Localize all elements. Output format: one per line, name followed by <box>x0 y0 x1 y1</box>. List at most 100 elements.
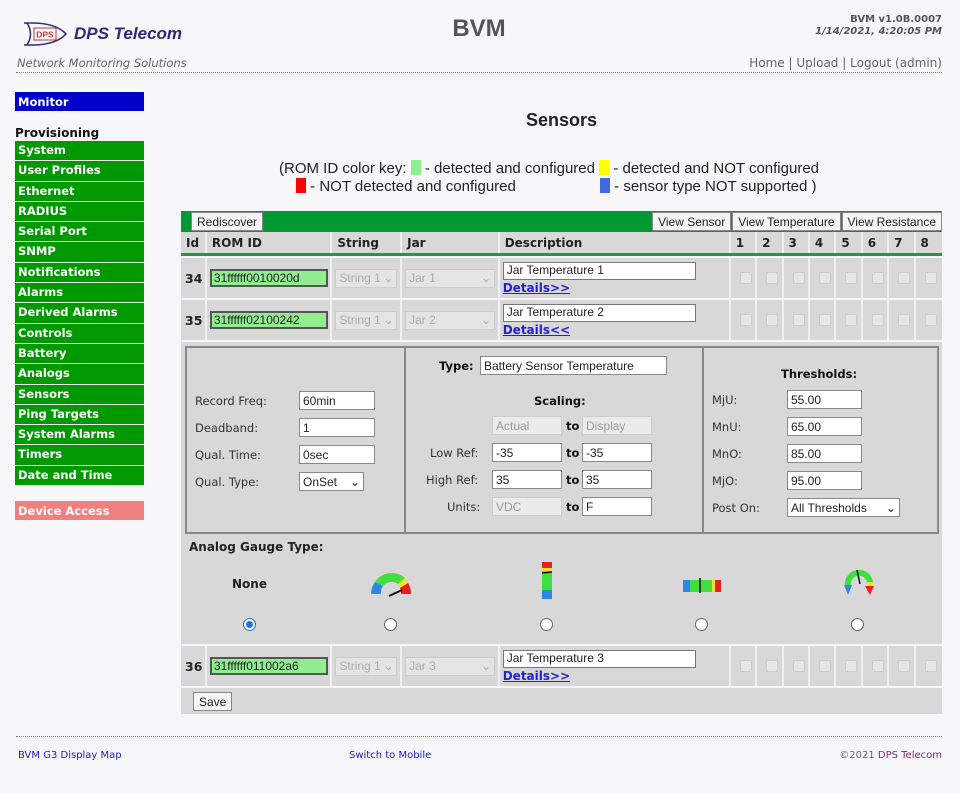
sidebar-item-controls[interactable]: Controls <box>15 323 144 344</box>
sidebar-item-system-alarms[interactable]: System Alarms <box>15 425 144 446</box>
channel-checkbox[interactable] <box>766 272 779 284</box>
switch-to-mobile-link[interactable]: Switch to Mobile <box>349 750 431 761</box>
channel-checkbox[interactable] <box>924 314 937 326</box>
sidebar-item-monitor[interactable]: Monitor <box>15 92 144 111</box>
mno-input[interactable]: 85.00 <box>787 444 862 463</box>
view-sensor-button[interactable]: View Sensor <box>652 212 732 231</box>
sidebar-item-serial-port[interactable]: Serial Port <box>15 222 144 243</box>
channel-cell <box>889 258 916 298</box>
qual-type-select[interactable]: OnSet ⌄ <box>299 472 364 491</box>
high-ref-display-input[interactable]: 35 <box>582 470 652 489</box>
col-rom-id: ROM ID <box>207 232 333 253</box>
upload-link[interactable]: Upload <box>796 56 838 70</box>
mnu-label: MnU: <box>712 420 742 434</box>
details-link[interactable]: Details>> <box>503 669 570 683</box>
channel-checkbox[interactable] <box>792 272 805 284</box>
channel-checkbox[interactable] <box>924 660 937 672</box>
display-map-link[interactable]: BVM G3 Display Map <box>18 750 122 761</box>
rom-id-input[interactable]: 31ffffff0010020d <box>209 269 328 287</box>
channel-cell <box>757 258 784 298</box>
mju-input[interactable]: 55.00 <box>787 390 862 409</box>
low-ref-actual-input[interactable]: -35 <box>492 443 562 462</box>
view-resistance-button[interactable]: View Resistance <box>841 212 942 231</box>
channel-checkbox[interactable] <box>845 660 858 672</box>
channel-cell <box>757 646 784 686</box>
channel-checkbox[interactable] <box>818 272 831 284</box>
sidebar-item-battery[interactable]: Battery <box>15 343 144 365</box>
sidebar-item-ethernet[interactable]: Ethernet <box>15 181 144 202</box>
rediscover-button[interactable]: Rediscover <box>191 212 264 231</box>
channel-checkbox[interactable] <box>818 660 831 672</box>
deadband-input[interactable]: 1 <box>299 418 375 437</box>
sidebar-item-snmp[interactable]: SNMP <box>15 242 144 263</box>
sidebar-item-alarms[interactable]: Alarms <box>15 283 144 304</box>
col-4: 4 <box>810 232 837 253</box>
description-input[interactable]: Jar Temperature 1 <box>502 261 696 280</box>
gauge-arc-radio[interactable] <box>851 618 864 631</box>
qual-time-input[interactable]: 0sec <box>299 445 375 464</box>
mjo-input[interactable]: 95.00 <box>787 471 862 490</box>
sidebar-item-timers[interactable]: Timers <box>15 445 144 466</box>
description-input[interactable]: Jar Temperature 3 <box>502 649 696 668</box>
channel-checkbox[interactable] <box>924 272 937 284</box>
save-button[interactable]: Save <box>193 692 233 711</box>
sidebar-item-sensors[interactable]: Sensors <box>15 384 144 405</box>
rom-id-input[interactable]: 31ffffff02100242 <box>209 311 328 329</box>
type-input[interactable]: Battery Sensor Temperature <box>480 356 667 375</box>
details-link[interactable]: Details>> <box>503 281 570 295</box>
tagline: Network Monitoring Solutions <box>17 56 187 70</box>
sidebar-item-user-profiles[interactable]: User Profiles <box>15 161 144 182</box>
sidebar-item-notifications[interactable]: Notifications <box>15 262 144 284</box>
post-on-label: Post On: <box>712 501 760 515</box>
channel-checkbox[interactable] <box>792 314 805 326</box>
units-display-input[interactable]: F <box>582 497 652 516</box>
channel-checkbox[interactable] <box>845 272 858 284</box>
sidebar-item-analogs[interactable]: Analogs <box>15 364 144 385</box>
rom-id-input[interactable]: 31ffffff011002a6 <box>209 657 328 675</box>
channel-checkbox[interactable] <box>898 660 911 672</box>
string-value: String 1 <box>339 313 381 327</box>
sidebar-item-date-and-time[interactable]: Date and Time <box>15 465 144 487</box>
details-link[interactable]: Details<< <box>503 323 570 337</box>
channel-checkbox[interactable] <box>739 314 752 326</box>
channel-checkbox[interactable] <box>766 314 779 326</box>
sidebar-item-derived-alarms[interactable]: Derived Alarms <box>15 303 144 324</box>
gauge-vertical-radio[interactable] <box>540 618 553 631</box>
sidebar-item-system[interactable]: System <box>15 141 144 162</box>
channel-checkbox[interactable] <box>871 272 884 284</box>
separator: | <box>788 56 793 70</box>
channel-checkbox[interactable] <box>739 660 752 672</box>
low-ref-display-input[interactable]: -35 <box>582 443 652 462</box>
gauge-semicircle-radio[interactable] <box>384 618 397 631</box>
sidebar-item-device-access[interactable]: Device Access <box>15 501 144 521</box>
high-ref-actual-input[interactable]: 35 <box>492 470 562 489</box>
sensor-id: 36 <box>181 646 207 686</box>
sidebar-item-radius[interactable]: RADIUS <box>15 201 144 223</box>
gauge-horizontal-radio[interactable] <box>695 618 708 631</box>
arc-gauge-icon <box>844 569 874 595</box>
company-link[interactable]: DPS Telecom <box>878 750 942 761</box>
sidebar-item-ping-targets[interactable]: Ping Targets <box>15 404 144 426</box>
gauge-type-title: Analog Gauge Type: <box>189 540 324 554</box>
channel-checkbox[interactable] <box>792 660 805 672</box>
channel-checkbox[interactable] <box>766 660 779 672</box>
channel-checkbox[interactable] <box>898 272 911 284</box>
channel-checkbox[interactable] <box>818 314 831 326</box>
home-link[interactable]: Home <box>749 56 784 70</box>
channel-checkbox[interactable] <box>871 660 884 672</box>
view-temperature-button[interactable]: View Temperature <box>732 212 841 231</box>
description-input[interactable]: Jar Temperature 2 <box>502 303 696 322</box>
sensor-details-panel: Record Freq: 60min Deadband: 1 Qual. Tim… <box>181 342 942 644</box>
post-on-select[interactable]: All Thresholds ⌄ <box>787 498 900 517</box>
gauge-none-radio[interactable] <box>243 618 256 631</box>
jar-value: Jar 2 <box>409 313 436 327</box>
sidebar: Monitor Provisioning System User Profiles… <box>15 92 144 521</box>
channel-checkbox[interactable] <box>845 314 858 326</box>
logout-link[interactable]: Logout (admin) <box>850 56 942 70</box>
semicircle-gauge-icon <box>371 572 412 597</box>
channel-checkbox[interactable] <box>739 272 752 284</box>
mnu-input[interactable]: 65.00 <box>787 417 862 436</box>
channel-checkbox[interactable] <box>871 314 884 326</box>
record-freq-input[interactable]: 60min <box>299 391 375 410</box>
channel-checkbox[interactable] <box>898 314 911 326</box>
